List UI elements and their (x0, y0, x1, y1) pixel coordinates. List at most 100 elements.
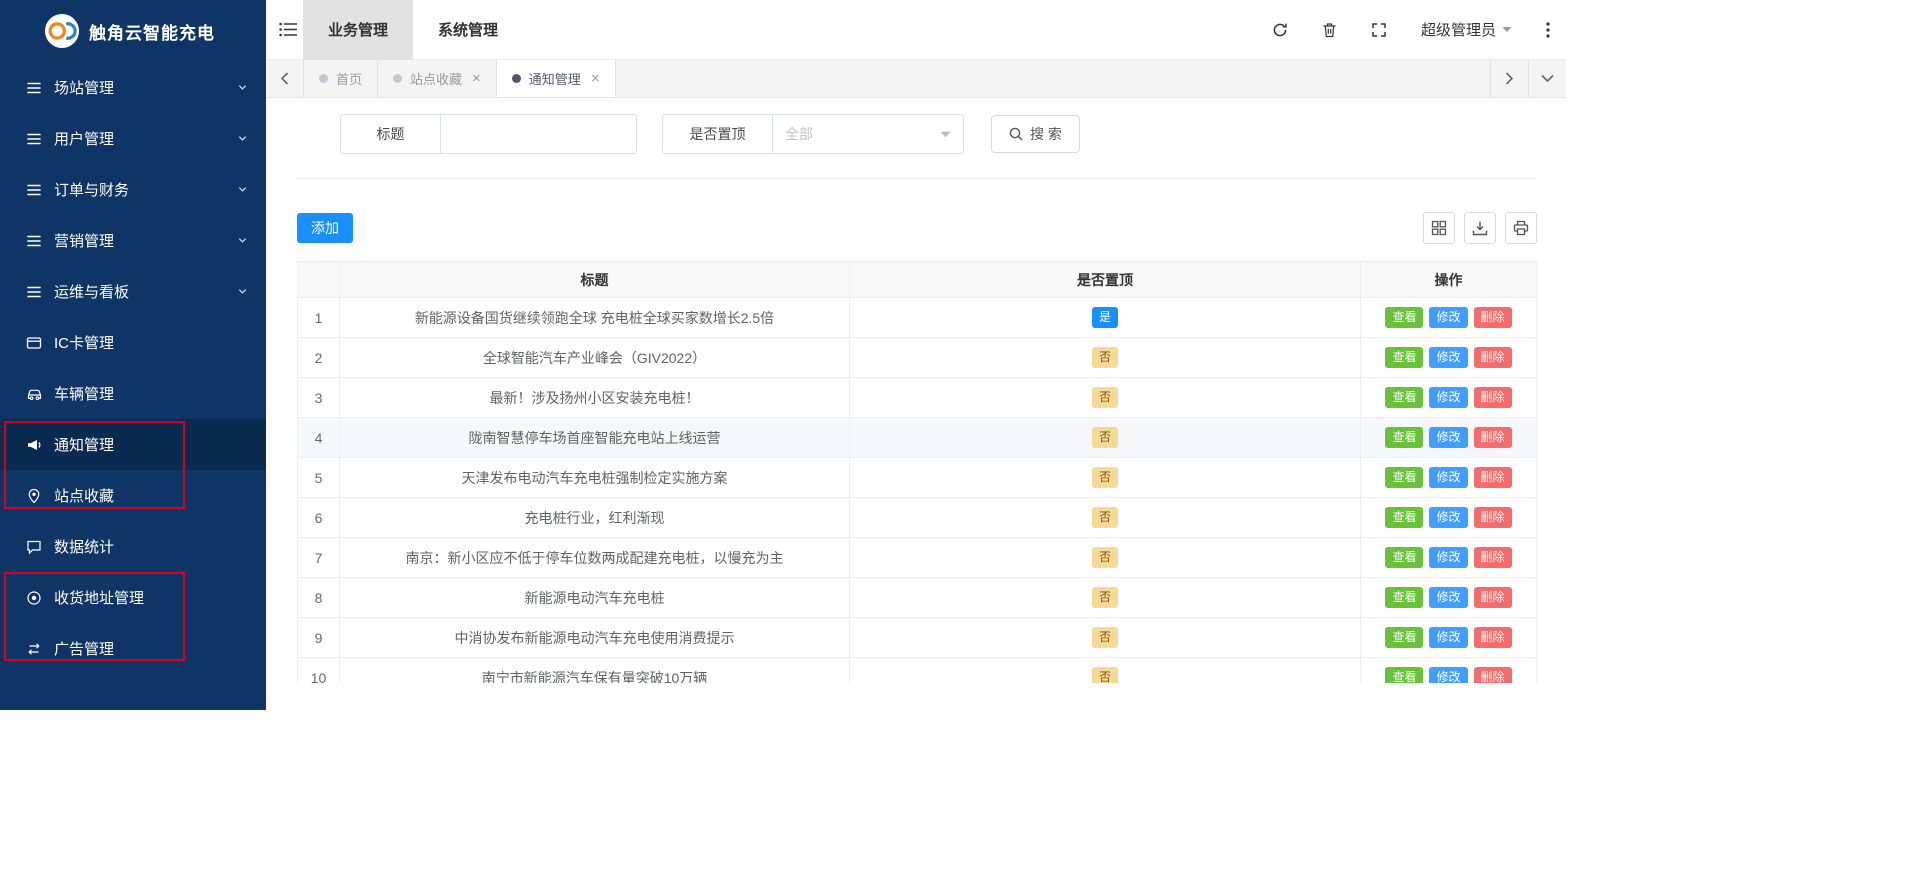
tag-item[interactable]: 通知管理 × (496, 60, 616, 97)
top-tab-label: 系统管理 (438, 22, 499, 39)
edit-button[interactable]: 修改 (1429, 306, 1468, 329)
pinned-badge: 否 (1091, 667, 1118, 683)
view-button[interactable]: 查看 (1385, 666, 1424, 683)
delete-button[interactable]: 删除 (1473, 586, 1512, 609)
sidebar-item-label: 用户管理 (54, 131, 115, 148)
tags-menu-toggle-icon[interactable] (1528, 60, 1566, 97)
collapse-menu-icon[interactable] (279, 22, 297, 37)
view-button[interactable]: 查看 (1385, 346, 1424, 369)
table-row: 7 南京：新小区应不低于停车位数两成配建充电桩，以慢充为主 否 查看 修改 删除 (297, 537, 1537, 578)
title-filter-input[interactable] (441, 115, 636, 153)
delete-button[interactable]: 删除 (1473, 506, 1512, 529)
row-index: 7 (297, 537, 340, 578)
title-filter-label: 标题 (341, 115, 441, 153)
trash-icon[interactable] (1322, 22, 1337, 38)
search-icon (1009, 127, 1023, 141)
tags-scroll-left-icon[interactable] (266, 60, 304, 97)
sidebar-item[interactable]: 收货地址管理 (0, 572, 266, 623)
pin-filter-select[interactable]: 全部 (773, 115, 963, 153)
delete-button[interactable]: 删除 (1473, 626, 1512, 649)
sidebar-item[interactable]: 车辆管理 (0, 368, 266, 419)
view-button[interactable]: 查看 (1385, 306, 1424, 329)
edit-button[interactable]: 修改 (1429, 586, 1468, 609)
edit-button[interactable]: 修改 (1429, 546, 1468, 569)
user-menu[interactable]: 超级管理员 (1421, 19, 1512, 40)
delete-button[interactable]: 删除 (1473, 546, 1512, 569)
column-header-index (297, 261, 340, 298)
delete-button[interactable]: 删除 (1473, 466, 1512, 489)
tags-spacer (616, 60, 1490, 97)
sidebar-item[interactable]: 运维与看板 (0, 266, 266, 317)
delete-button[interactable]: 删除 (1473, 666, 1512, 683)
delete-button[interactable]: 删除 (1473, 426, 1512, 449)
table-row: 5 天津发布电动汽车充电桩强制检定实施方案 否 查看 修改 删除 (297, 457, 1537, 498)
view-button[interactable]: 查看 (1385, 546, 1424, 569)
chevron-down-icon (237, 286, 248, 297)
content: 标题 是否置顶 全部 搜 索 添加 标题 是否置顶 操作 1 新能源设备国货继续… (266, 98, 1566, 710)
table-row: 1 新能源设备国货继续领跑全球 充电桩全球买家数增长2.5倍 是 查看 修改 删除 (297, 297, 1537, 338)
row-title: 南宁市新能源汽车保有量突破10万辆 (339, 657, 850, 683)
top-tab-label: 业务管理 (328, 22, 389, 39)
row-index: 10 (297, 657, 340, 683)
tag-close-icon[interactable]: × (472, 71, 481, 86)
sidebar-item[interactable]: 用户管理 (0, 113, 266, 164)
edit-button[interactable]: 修改 (1429, 626, 1468, 649)
view-button[interactable]: 查看 (1385, 386, 1424, 409)
edit-button[interactable]: 修改 (1429, 346, 1468, 369)
sidebar-item[interactable]: 订单与财务 (0, 164, 266, 215)
pinned-badge: 否 (1091, 587, 1118, 608)
target-icon (25, 590, 43, 606)
search-button-label: 搜 索 (1030, 126, 1062, 142)
row-title: 陇南智慧停车场首座智能充电站上线运营 (339, 417, 850, 458)
table-row: 9 中消协发布新能源电动汽车充电使用消费提示 否 查看 修改 删除 (297, 617, 1537, 658)
edit-button[interactable]: 修改 (1429, 666, 1468, 683)
search-button[interactable]: 搜 索 (991, 115, 1080, 153)
sidebar-item[interactable]: 站点收藏 (0, 470, 266, 521)
edit-button[interactable]: 修改 (1429, 386, 1468, 409)
sidebar-item[interactable]: 广告管理 (0, 623, 266, 674)
view-button[interactable]: 查看 (1385, 626, 1424, 649)
sidebar-item[interactable]: 场站管理 (0, 62, 266, 113)
table-wrap: 标题 是否置顶 操作 1 新能源设备国货继续领跑全球 充电桩全球买家数增长2.5倍… (297, 261, 1537, 683)
sidebar-item[interactable]: 数据统计 (0, 521, 266, 572)
edit-button[interactable]: 修改 (1429, 506, 1468, 529)
sidebar-item[interactable]: 营销管理 (0, 215, 266, 266)
view-button[interactable]: 查看 (1385, 586, 1424, 609)
print-icon[interactable] (1505, 212, 1537, 244)
delete-button[interactable]: 删除 (1473, 306, 1512, 329)
add-button[interactable]: 添加 (297, 213, 353, 243)
tag-item[interactable]: 首页 (304, 60, 379, 97)
main-area: 业务管理 系统管理 超级管理员 首页 站点收藏 × 通知管理 × 标题 是否置顶… (266, 0, 1566, 710)
sidebar-item-label: 收货地址管理 (54, 590, 145, 607)
view-button[interactable]: 查看 (1385, 426, 1424, 449)
kebab-icon[interactable] (1546, 21, 1550, 38)
edit-button[interactable]: 修改 (1429, 426, 1468, 449)
tags-scroll-right-icon[interactable] (1490, 60, 1528, 97)
export-icon[interactable] (1464, 212, 1496, 244)
delete-button[interactable]: 删除 (1473, 346, 1512, 369)
row-title: 充电桩行业，红利渐现 (339, 497, 850, 538)
sidebar: 触角云智能充电 场站管理 用户管理 订单与财务 营销管理 运维与看板 IC卡管理 车辆管理通… (0, 0, 266, 710)
row-title: 新能源电动汽车充电桩 (339, 577, 850, 618)
table-toolbar: 添加 (297, 212, 1537, 244)
column-settings-icon[interactable] (1423, 212, 1455, 244)
top-tab-business[interactable]: 业务管理 (303, 0, 414, 60)
fullscreen-icon[interactable] (1371, 22, 1387, 38)
tag-close-icon[interactable]: × (591, 71, 600, 86)
delete-button[interactable]: 删除 (1473, 386, 1512, 409)
sidebar-item[interactable]: IC卡管理 (0, 317, 266, 368)
view-button[interactable]: 查看 (1385, 506, 1424, 529)
app-window: 触角云智能充电 场站管理 用户管理 订单与财务 营销管理 运维与看板 IC卡管理 车辆管理通… (0, 0, 1566, 710)
sidebar-item-label: 运维与看板 (54, 284, 130, 301)
top-tab-system[interactable]: 系统管理 (413, 0, 523, 60)
sidebar-item[interactable]: 通知管理 (0, 419, 266, 470)
tag-item[interactable]: 站点收藏 × (378, 60, 497, 97)
caret-down-icon (1502, 27, 1512, 32)
view-button[interactable]: 查看 (1385, 466, 1424, 489)
tags-bar: 首页 站点收藏 × 通知管理 × (266, 60, 1566, 98)
refresh-icon[interactable] (1272, 22, 1288, 38)
row-title: 天津发布电动汽车充电桩强制检定实施方案 (339, 457, 850, 498)
edit-button[interactable]: 修改 (1429, 466, 1468, 489)
logo-rings-icon (44, 13, 80, 49)
sidebar-nav: 场站管理用户管理订单与财务 营销管理运维与看板 IC卡管理 车辆管理 通知管理 站点收藏数… (0, 62, 266, 674)
